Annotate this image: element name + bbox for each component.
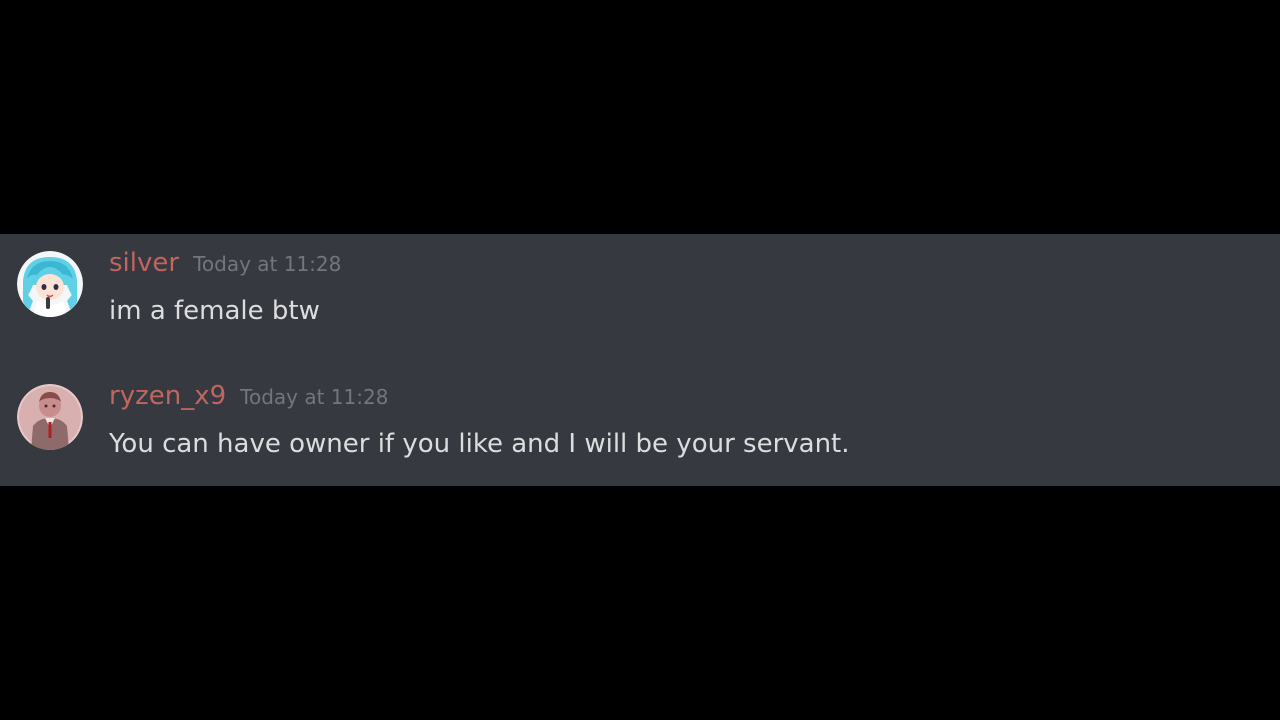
suited-figure-avatar-icon[interactable] [17,384,83,450]
anime-girl-avatar-icon[interactable] [17,251,83,317]
message-content: You can have owner if you like and I wil… [109,429,850,459]
message-header: silver Today at 11:28 [109,248,341,278]
chat-panel: silver Today at 11:28 im a female btw ryz… [0,234,1280,486]
timestamp: Today at 11:28 [193,252,342,276]
username[interactable]: ryzen_x9 [109,381,226,411]
chat-message: silver Today at 11:28 im a female btw [0,248,1280,358]
message-content: im a female btw [109,296,320,326]
timestamp: Today at 11:28 [240,385,389,409]
message-header: ryzen_x9 Today at 11:28 [109,381,388,411]
username[interactable]: silver [109,248,179,278]
chat-message: ryzen_x9 Today at 11:28 You can have owne… [0,381,1280,491]
